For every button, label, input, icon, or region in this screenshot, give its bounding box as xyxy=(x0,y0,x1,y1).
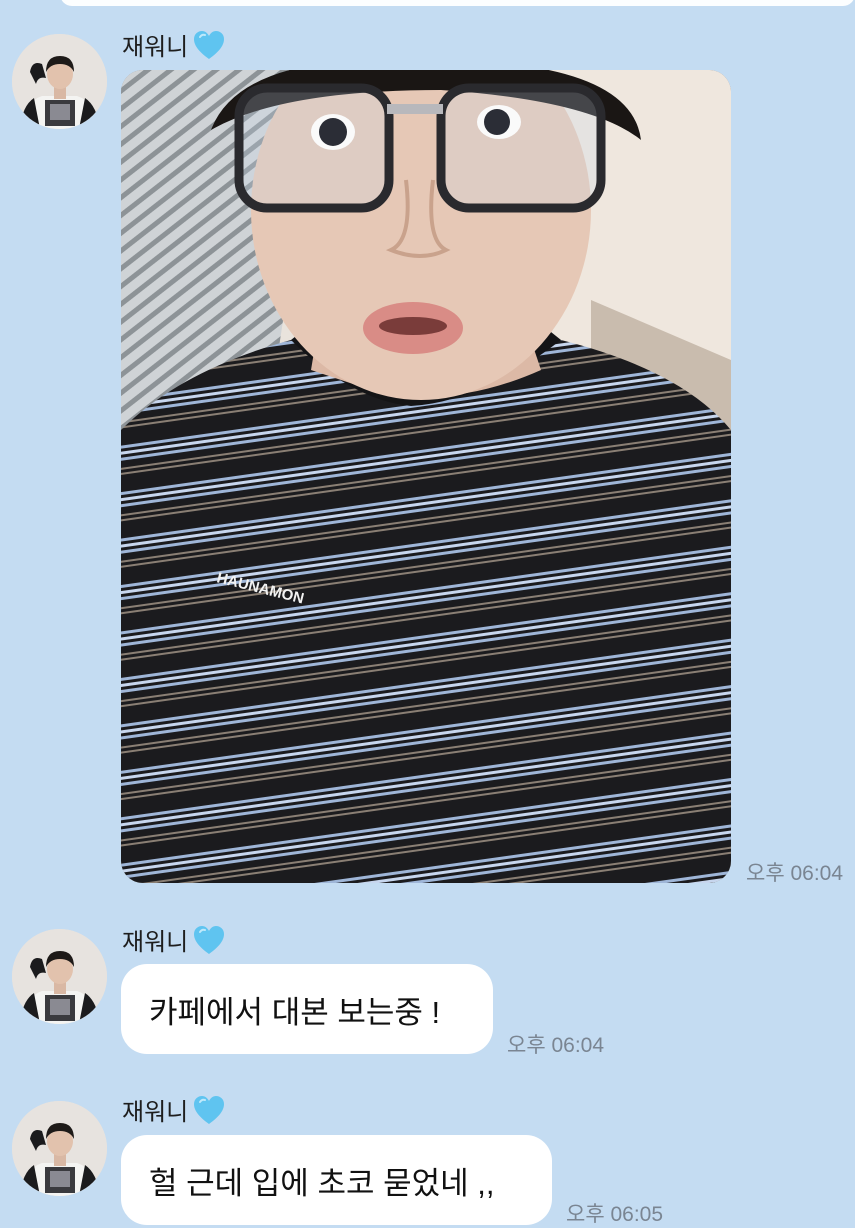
message-bubble[interactable]: 카페에서 대본 보는중 ! xyxy=(121,964,493,1054)
message-time: 오후 06:04 xyxy=(746,862,844,885)
sender-name-text: 재워니 xyxy=(122,929,189,956)
message-time: 오후 06:04 xyxy=(507,1034,605,1057)
shared-photo[interactable]: HAUNAMON xyxy=(121,70,731,883)
previous-message-edge xyxy=(60,0,855,6)
avatar-image xyxy=(12,1101,107,1196)
sender-avatar[interactable] xyxy=(12,1101,107,1196)
message-text: 헐 근데 입에 초코 묻었네 ,, xyxy=(149,1165,495,1201)
sender-avatar[interactable] xyxy=(12,34,107,129)
avatar-image xyxy=(12,929,107,1024)
sender-name: 재워니 xyxy=(122,27,226,62)
message-text: 카페에서 대본 보는중 ! xyxy=(149,994,441,1030)
avatar-image xyxy=(12,34,107,129)
sender-name-text: 재워니 xyxy=(122,1099,189,1126)
sender-name-text: 재워니 xyxy=(122,34,189,61)
light-blue-heart-icon xyxy=(194,1095,225,1124)
message-time: 오후 06:05 xyxy=(566,1203,664,1226)
sender-name: 재워니 xyxy=(122,922,226,957)
sender-avatar[interactable] xyxy=(12,929,107,1024)
selfie-photo-image: HAUNAMON xyxy=(121,70,731,883)
light-blue-heart-icon xyxy=(194,925,225,954)
message-bubble[interactable]: 헐 근데 입에 초코 묻었네 ,, xyxy=(121,1135,552,1225)
sender-name: 재워니 xyxy=(122,1092,226,1127)
light-blue-heart-icon xyxy=(194,30,225,59)
